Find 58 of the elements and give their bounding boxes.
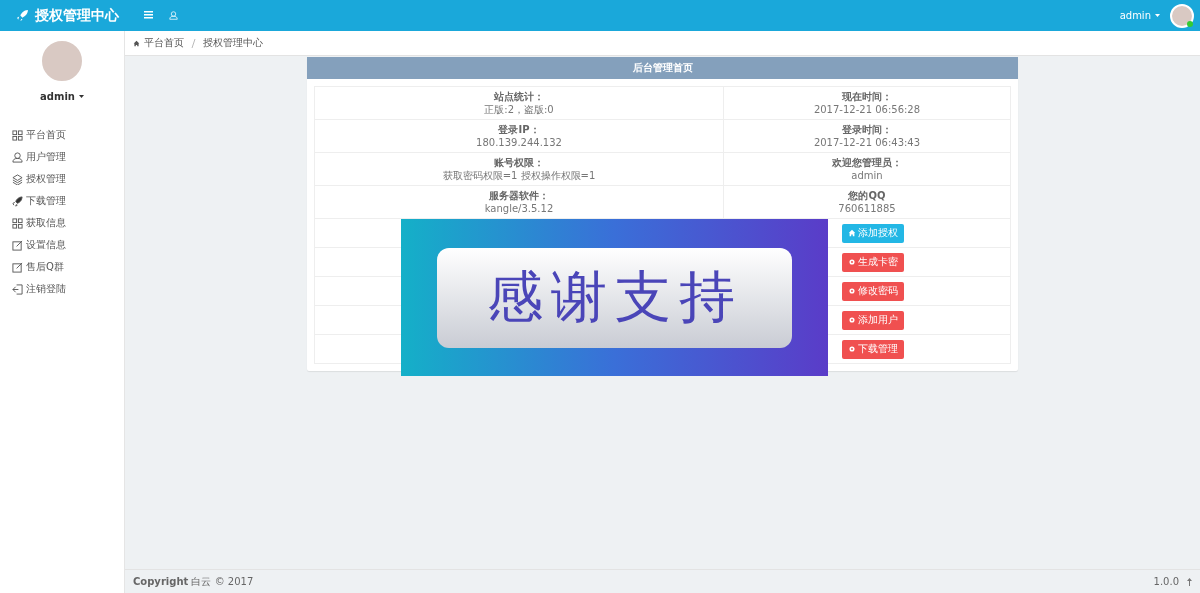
sidebar-item[interactable]: 用户管理 <box>26 150 66 164</box>
info-value: 760611885 <box>838 202 896 215</box>
caret-icon <box>78 95 84 98</box>
info-value: kangle/3.5.12 <box>484 202 554 215</box>
user-icon <box>12 151 23 163</box>
breadcrumb-item: 授权管理中心 <box>203 36 263 50</box>
grid-icon <box>12 129 23 141</box>
scroll-top-icon[interactable] <box>1187 577 1192 586</box>
info-label: 登录IP： <box>498 123 540 136</box>
rocket-icon <box>12 195 23 207</box>
gear-icon <box>848 258 856 266</box>
info-value: 获取密码权限=1 授权操作权限=1 <box>442 169 596 182</box>
caret-icon <box>1155 14 1160 17</box>
sidebar-item[interactable]: 获取信息 <box>26 216 66 230</box>
edit-icon <box>12 261 23 273</box>
action-button[interactable]: 修改密码 <box>842 281 904 301</box>
home-icon <box>133 39 140 47</box>
copyright-text: Copyright 白云 © 2017 <box>133 574 254 589</box>
info-label: 站点统计： <box>494 90 544 103</box>
grid-icon <box>12 217 23 229</box>
user-name[interactable]: admin <box>40 91 75 102</box>
menu-icon[interactable] <box>144 11 153 19</box>
user-icon[interactable] <box>169 11 178 20</box>
layers-icon <box>12 173 23 185</box>
app-title: 授权管理中心 <box>35 6 119 25</box>
gear-icon <box>848 287 856 295</box>
logout-icon <box>12 283 23 295</box>
info-value: 2017-12-21 06:43:43 <box>813 136 921 149</box>
rocket-icon <box>16 9 29 22</box>
info-label: 现在时间： <box>842 90 892 103</box>
info-value: 180.139.244.132 <box>476 136 562 149</box>
info-value: admin <box>851 169 883 182</box>
breadcrumb-separator-icon <box>191 38 196 48</box>
action-button[interactable]: 下载管理 <box>842 339 904 359</box>
info-label: 登录时间： <box>842 123 892 136</box>
sidebar-item[interactable]: 设置信息 <box>26 238 66 252</box>
gear-icon <box>848 345 856 353</box>
action-button[interactable]: 添加用户 <box>842 310 904 330</box>
sidebar-item[interactable]: 平台首页 <box>26 128 66 142</box>
info-value: 正版:2，盗版:0 <box>484 103 554 116</box>
sidebar-item[interactable]: 注销登陆 <box>26 282 66 296</box>
edit-icon <box>12 239 23 251</box>
info-label: 账号权限： <box>494 156 544 169</box>
banner-text: 感谢支持 <box>437 247 792 348</box>
avatar[interactable] <box>1170 3 1194 28</box>
info-label: 服务器软件： <box>489 189 549 202</box>
gear-icon <box>848 316 856 324</box>
action-button[interactable]: 生成卡密 <box>842 252 904 272</box>
breadcrumb-item[interactable]: 平台首页 <box>144 36 184 50</box>
home-icon <box>848 229 856 237</box>
info-label: 欢迎您管理员： <box>832 156 902 169</box>
panel-title: 后台管理首页 <box>307 57 1018 79</box>
version-text: 1.0.0 <box>1153 576 1179 587</box>
info-label: 您的QQ <box>848 189 886 202</box>
info-value: 2017-12-21 06:56:28 <box>813 103 921 116</box>
sidebar-item[interactable]: 下载管理 <box>26 194 66 208</box>
sidebar-item[interactable]: 授权管理 <box>26 172 66 186</box>
sidebar-item[interactable]: 售后Q群 <box>26 260 64 274</box>
